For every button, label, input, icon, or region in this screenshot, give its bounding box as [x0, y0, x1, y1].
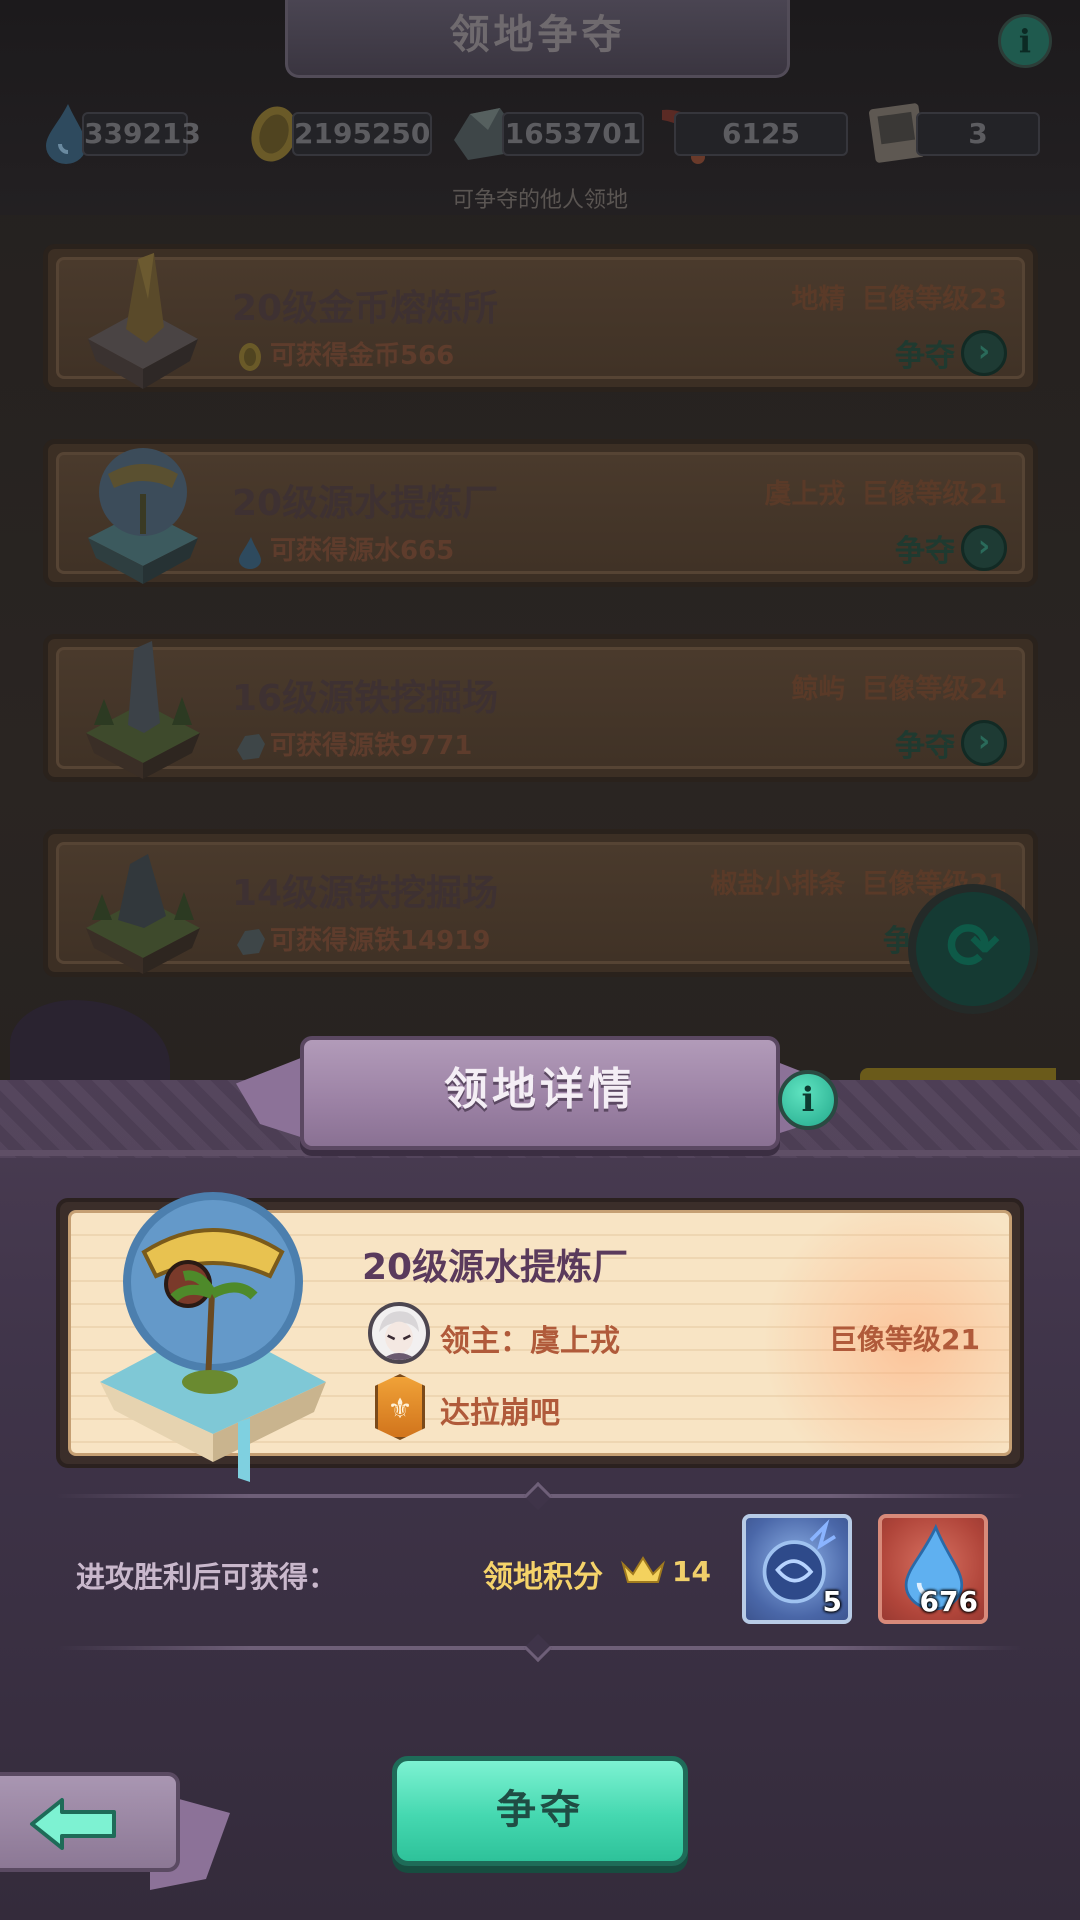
water-refinery-thumbnail [88, 448, 198, 584]
contest-button[interactable]: 争夺 › [895, 719, 1007, 767]
gold-coin-icon [239, 343, 261, 371]
gold-smelter-thumbnail [88, 253, 198, 389]
territory-reward: 可获得源铁9771 [270, 731, 473, 761]
colossus-level: 巨像等级21 [829, 1323, 980, 1356]
reward-item[interactable]: 5 [742, 1514, 852, 1624]
territory-row[interactable]: 16级源铁挖掘场 可获得源铁9771 鲸屿 巨像等级24 争夺 › [43, 634, 1038, 782]
territory-title: 16级源铁挖掘场 [232, 678, 499, 719]
contest-button[interactable]: 争夺 › [895, 524, 1007, 572]
contest-button[interactable]: 争夺 › [895, 329, 1007, 377]
iron-mine-thumbnail [86, 854, 200, 974]
iron-ore-icon [237, 929, 265, 955]
back-arrow-icon[interactable] [28, 1796, 118, 1852]
territory-title: 14级源铁挖掘场 [232, 873, 499, 914]
avatar[interactable] [368, 1302, 430, 1364]
iron-ore-icon [237, 734, 265, 760]
reward-item[interactable]: 676 [878, 1514, 988, 1624]
iron-mine-thumbnail [86, 641, 200, 779]
guild-name: 达拉崩吧 [440, 1396, 560, 1431]
info-icon[interactable]: i [778, 1070, 838, 1130]
territory-score-value: 14 [672, 1555, 711, 1588]
contest-button[interactable]: 争夺 [392, 1756, 688, 1866]
territory-title: 20级源水提炼厂 [232, 483, 499, 524]
refresh-icon: ⟳ [946, 910, 1000, 984]
resource-water: 339213 [82, 112, 201, 156]
territory-title: 20级金币熔炼所 [232, 288, 499, 329]
territory-reward: 可获得金币566 [270, 341, 455, 371]
guild-emblem-icon: ⚜ [375, 1374, 425, 1440]
item-count: 676 [919, 1585, 978, 1618]
territory-owner: 鲸屿 巨像等级24 [791, 674, 1007, 705]
territory-score-label: 领地积分 [483, 1560, 603, 1595]
resource-iron: 1653701 [502, 112, 644, 156]
screen-title: 领地争夺 [449, 12, 626, 58]
territory-reward: 可获得源水665 [270, 536, 455, 566]
territory-owner: 虞上戎 巨像等级21 [764, 479, 1007, 510]
refresh-button[interactable]: ⟳ [908, 884, 1038, 1014]
territory-reward: 可获得源铁14919 [270, 926, 491, 956]
territory-row[interactable]: 20级源水提炼厂 可获得源水665 虞上戎 巨像等级21 争夺 › [43, 439, 1038, 587]
water-refinery-thumbnail [100, 1192, 326, 1482]
detail-header-plate: 领地详情 [300, 1036, 780, 1150]
section-caption: 可争夺的他人领地 [451, 188, 628, 213]
crown-icon [621, 1556, 665, 1583]
detail-header: 领地详情 [444, 1064, 636, 1115]
chevron-right-icon: › [961, 330, 1007, 376]
territory-row[interactable]: 20级金币熔炼所 可获得金币566 地精 巨像等级23 争夺 › [43, 244, 1038, 392]
lord-portrait-icon [378, 1311, 420, 1360]
item-count: 5 [822, 1585, 842, 1618]
chevron-right-icon: › [961, 720, 1007, 766]
detail-title: 20级源水提炼厂 [362, 1247, 629, 1288]
territory-owner: 地精 巨像等级23 [791, 284, 1007, 315]
resource-horn: 6125 [674, 112, 848, 156]
info-icon[interactable]: i [998, 14, 1052, 68]
chevron-right-icon: › [961, 525, 1007, 571]
water-drop-icon [239, 537, 261, 569]
territory-row[interactable]: 14级源铁挖掘场 可获得源铁14919 椒盐小排条 巨像等级21 争 [43, 829, 1038, 977]
reward-caption: 进攻胜利后可获得： [76, 1560, 338, 1594]
resource-ticket: 3 [916, 112, 1040, 156]
screen-title-plate: 领地争夺 [285, 0, 790, 78]
resource-gold: 2195250 [292, 112, 432, 156]
lord-name: 领主：虞上戎 [440, 1324, 620, 1359]
